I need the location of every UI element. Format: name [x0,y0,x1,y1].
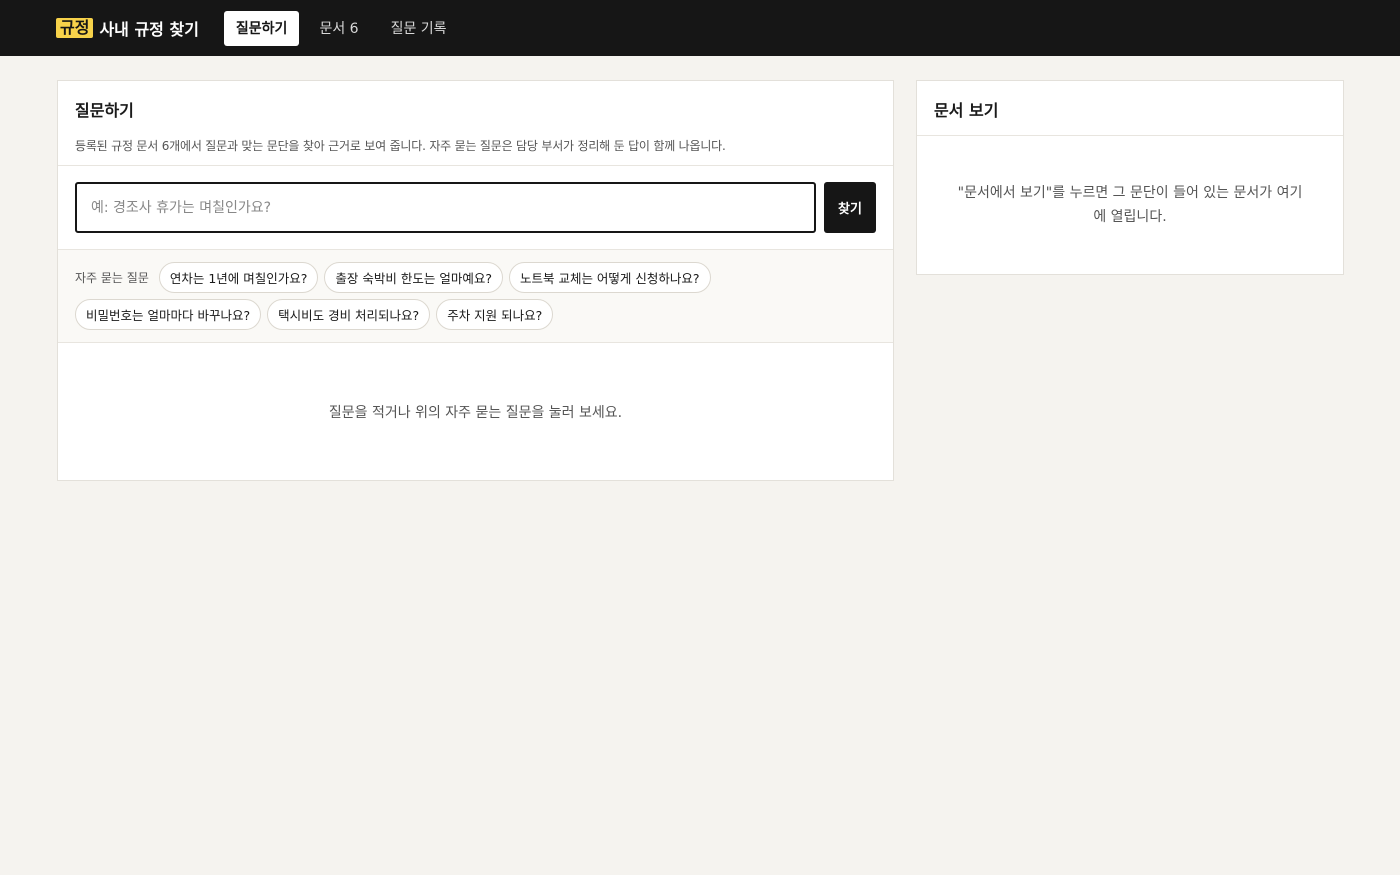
brand[interactable]: 규정 사내 규정 찾기 [56,16,199,40]
faq-row-2: 비밀번호는 얼마마다 바꾸나요? 택시비도 경비 처리되나요? 주차 지원 되나… [75,299,876,330]
ask-panel: 질문하기 등록된 규정 문서 6개에서 질문과 맞는 문단을 찾아 근거로 보여… [57,80,894,481]
top-bar: 규정 사내 규정 찾기 질문하기 문서 6 질문 기록 [0,0,1400,56]
document-panel: 문서 보기 "문서에서 보기"를 누르면 그 문단이 들어 있는 문서가 여기에… [916,80,1344,275]
main-content: 질문하기 등록된 규정 문서 6개에서 질문과 맞는 문단을 찾아 근거로 보여… [0,56,1400,481]
brand-badge: 규정 [56,18,94,38]
nav-tabs: 질문하기 문서 6 질문 기록 [223,10,459,46]
results-area: 질문을 적거나 위의 자주 묻는 질문을 눌러 보세요. [58,343,893,480]
faq-chip-travel-lodging[interactable]: 출장 숙박비 한도는 얼마예요? [324,262,503,293]
tab-ask[interactable]: 질문하기 [223,10,300,46]
faq-chip-laptop-replace[interactable]: 노트북 교체는 어떻게 신청하나요? [508,262,711,293]
faq-chip-password[interactable]: 비밀번호는 얼마마다 바꾸나요? [75,299,262,330]
document-panel-title: 문서 보기 [934,101,999,120]
faq-label: 자주 묻는 질문 [75,271,149,285]
faq-chip-parking[interactable]: 주차 지원 되나요? [436,299,554,330]
faq-chip-taxi-expense[interactable]: 택시비도 경비 처리되나요? [267,299,431,330]
brand-title: 사내 규정 찾기 [99,20,199,39]
ask-panel-header: 질문하기 등록된 규정 문서 6개에서 질문과 맞는 문단을 찾아 근거로 보여… [58,81,893,166]
faq-section: 자주 묻는 질문 연차는 1년에 며칠인가요? 출장 숙박비 한도는 얼마예요?… [58,250,893,343]
ask-panel-title: 질문하기 [75,101,134,120]
faq-chip-annual-leave[interactable]: 연차는 1년에 며칠인가요? [158,262,319,293]
document-empty-message: "문서에서 보기"를 누르면 그 문단이 들어 있는 문서가 여기에 열립니다. [957,185,1303,225]
search-button[interactable]: 찾기 [824,182,876,233]
document-viewer: "문서에서 보기"를 누르면 그 문단이 들어 있는 문서가 여기에 열립니다. [917,136,1343,274]
tab-documents[interactable]: 문서 6 [307,11,370,46]
document-panel-header: 문서 보기 [917,81,1343,136]
results-empty-message: 질문을 적거나 위의 자주 묻는 질문을 눌러 보세요. [328,404,623,421]
tab-history[interactable]: 질문 기록 [379,11,459,46]
question-input[interactable] [75,182,816,233]
search-row: 찾기 [58,166,893,250]
faq-row-1: 자주 묻는 질문 연차는 1년에 며칠인가요? 출장 숙박비 한도는 얼마예요?… [75,262,876,293]
ask-panel-description: 등록된 규정 문서 6개에서 질문과 맞는 문단을 찾아 근거로 보여 줍니다.… [75,139,726,153]
